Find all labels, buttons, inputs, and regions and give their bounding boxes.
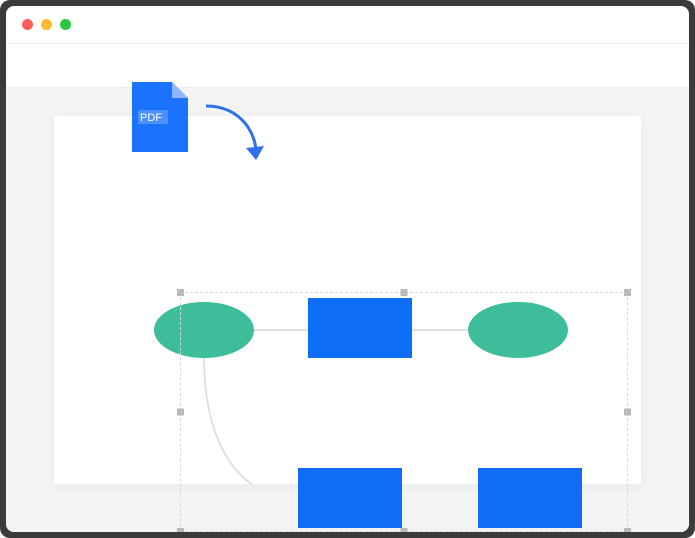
titlebar [6,6,689,44]
workspace [6,88,689,532]
resize-handle-br[interactable] [624,528,631,532]
pdf-file-icon[interactable]: PDF [132,82,188,152]
toolbar [6,44,689,88]
zoom-icon[interactable] [60,19,71,30]
minimize-icon[interactable] [41,19,52,30]
close-icon[interactable] [22,19,33,30]
selection-box[interactable] [180,292,628,532]
resize-handle-bm[interactable] [401,528,408,532]
resize-handle-ml[interactable] [177,409,184,416]
resize-handle-mr[interactable] [624,409,631,416]
pdf-label: PDF [140,112,162,124]
resize-handle-tr[interactable] [624,289,631,296]
resize-handle-tm[interactable] [401,289,408,296]
resize-handle-tl[interactable] [177,289,184,296]
app-window: PDF [6,6,689,532]
canvas[interactable] [54,116,641,484]
resize-handle-bl[interactable] [177,528,184,532]
